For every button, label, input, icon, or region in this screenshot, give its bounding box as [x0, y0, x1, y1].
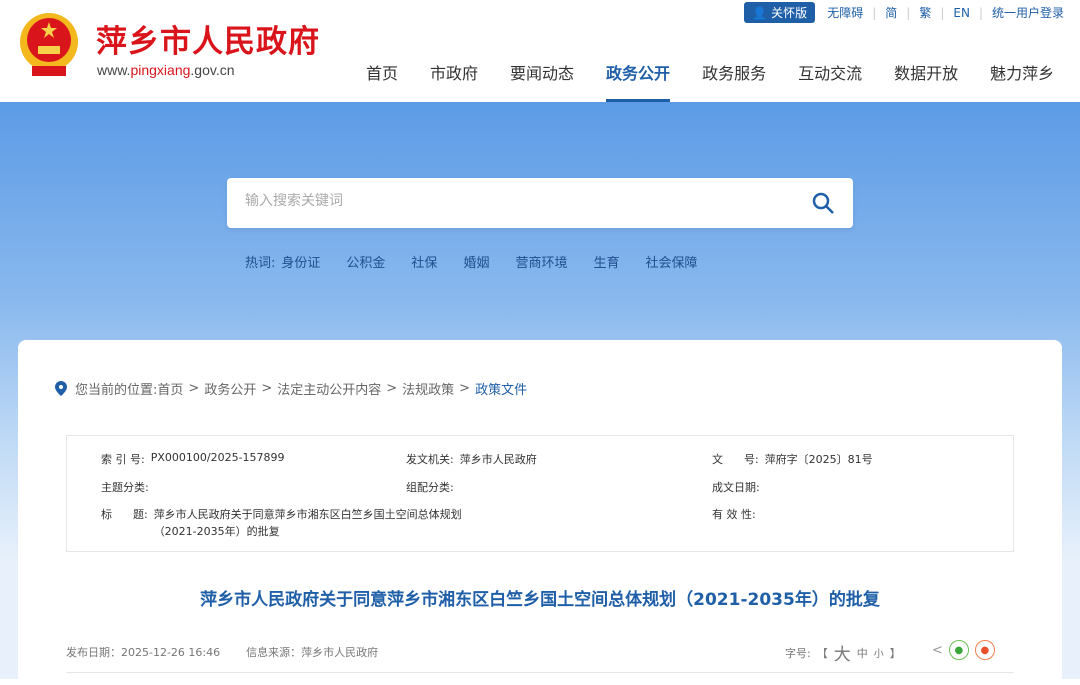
search-icon[interactable]: [811, 191, 835, 215]
nav-interaction[interactable]: 互动交流: [798, 60, 862, 102]
accessibility-link[interactable]: 无障碍: [827, 4, 863, 21]
hot-word[interactable]: 社会保障: [645, 252, 697, 271]
nav-home[interactable]: 首页: [366, 60, 398, 102]
breadcrumb-sep: >: [261, 381, 273, 396]
location-pin-icon: [55, 381, 67, 396]
national-emblem-icon: [20, 13, 78, 76]
publish-date: 发布日期：2025-12-26 16:46: [66, 646, 221, 659]
issuer-value: 萍乡市人民政府: [459, 453, 537, 466]
font-size-control: 字号: 【 大 中 小 】: [785, 640, 901, 665]
nav-open-data[interactable]: 数据开放: [894, 60, 958, 102]
font-size-label: 字号:: [785, 646, 811, 660]
hot-word[interactable]: 婚姻: [463, 252, 489, 271]
hot-word[interactable]: 生育: [593, 252, 619, 271]
font-small-button[interactable]: 小: [874, 645, 884, 660]
traditional-link[interactable]: 繁: [919, 4, 931, 21]
validity-label: 有 效 性:: [712, 508, 756, 521]
title-value-cont: （2021-2035年）的批复: [153, 525, 280, 538]
hot-words: 热词: 身份证 公积金 社保 婚姻 营商环境 生育 社会保障: [245, 252, 724, 271]
breadcrumb-policy-docs[interactable]: 政策文件: [475, 379, 527, 398]
document-meta: 发布日期：2025-12-26 16:46 信息来源：萍乡市人民政府: [66, 644, 378, 660]
person-icon: 👤: [752, 5, 768, 20]
font-large-button[interactable]: 大: [834, 640, 851, 665]
docno-label: 文 号:: [712, 453, 759, 466]
site-title[interactable]: 萍乡市人民政府: [96, 16, 320, 61]
nav-city-gov[interactable]: 市政府: [430, 60, 478, 102]
hot-label: 热词:: [245, 256, 276, 271]
hot-word[interactable]: 公积金: [346, 252, 385, 271]
weibo-icon[interactable]: ●: [974, 640, 995, 660]
share-icon[interactable]: <: [932, 643, 943, 658]
nav-news[interactable]: 要闻动态: [510, 60, 574, 102]
site-url: www.pingxiang.gov.cn: [97, 62, 235, 78]
nav-gov-affairs-open[interactable]: 政务公开: [606, 60, 671, 102]
index-value: PX000100/2025-157899: [150, 451, 285, 464]
breadcrumb-sep: >: [459, 381, 471, 396]
share-buttons: < ● ●: [932, 640, 995, 660]
breadcrumb-home[interactable]: 首页: [157, 379, 183, 398]
hot-word[interactable]: 营商环境: [515, 252, 567, 271]
combo-label: 组配分类:: [406, 481, 454, 494]
bracket: 【: [816, 646, 828, 660]
hot-word[interactable]: 身份证: [281, 252, 320, 271]
docno-value: 萍府字〔2025〕81号: [764, 453, 873, 466]
nav-gov-services[interactable]: 政务服务: [702, 60, 766, 102]
care-mode-button[interactable]: 👤 关怀版: [744, 2, 816, 23]
search-input[interactable]: [245, 193, 765, 209]
breadcrumb-gov-open[interactable]: 政务公开: [204, 379, 256, 398]
nav-charm-pingxiang[interactable]: 魅力萍乡: [990, 60, 1054, 102]
breadcrumb-sep: >: [386, 381, 398, 396]
date-label: 成文日期:: [712, 481, 760, 494]
simplified-link[interactable]: 简: [885, 4, 897, 21]
english-link[interactable]: EN: [953, 6, 970, 20]
login-link[interactable]: 统一用户登录: [992, 4, 1064, 21]
index-label: 索 引 号:: [101, 453, 145, 466]
main-nav: 首页 市政府 要闻动态 政务公开 政务服务 互动交流 数据开放 魅力萍乡: [366, 60, 1054, 102]
wechat-icon[interactable]: ●: [948, 640, 969, 660]
document-info-table: 索 引 号: PX000100/2025-157899 发文机关: 萍乡市人民政府 …: [66, 435, 1014, 552]
breadcrumb-sep: >: [188, 381, 200, 396]
search-box: [227, 178, 853, 228]
breadcrumb-label: 您当前的位置:: [75, 383, 158, 398]
title-label: 标 题:: [101, 508, 148, 521]
breadcrumb-regulations[interactable]: 法规政策: [402, 379, 454, 398]
issuer-label: 发文机关:: [406, 453, 454, 466]
breadcrumb-statutory[interactable]: 法定主动公开内容: [277, 379, 381, 398]
breadcrumb: 您当前的位置: 首页 > 政务公开 > 法定主动公开内容 > 法规政策 > 政策文件: [55, 379, 527, 398]
bracket: 】: [889, 646, 901, 660]
top-links: 👤 关怀版 无障碍 | 简 | 繁 | EN | 统一用户登录: [744, 2, 1064, 23]
title-value: 萍乡市人民政府关于同意萍乡市湘东区白竺乡国土空间总体规划: [153, 508, 462, 521]
header: 萍乡市人民政府 www.pingxiang.gov.cn 👤 关怀版 无障碍 | 简…: [0, 0, 1080, 102]
hot-word[interactable]: 社保: [411, 252, 437, 271]
divider: [66, 672, 1014, 673]
font-medium-button[interactable]: 中: [857, 645, 868, 661]
topic-label: 主题分类:: [101, 481, 149, 494]
info-source: 信息来源：萍乡市人民政府: [246, 646, 379, 659]
document-title: 萍乡市人民政府关于同意萍乡市湘东区白竺乡国土空间总体规划（2021-2035年）…: [200, 590, 880, 610]
